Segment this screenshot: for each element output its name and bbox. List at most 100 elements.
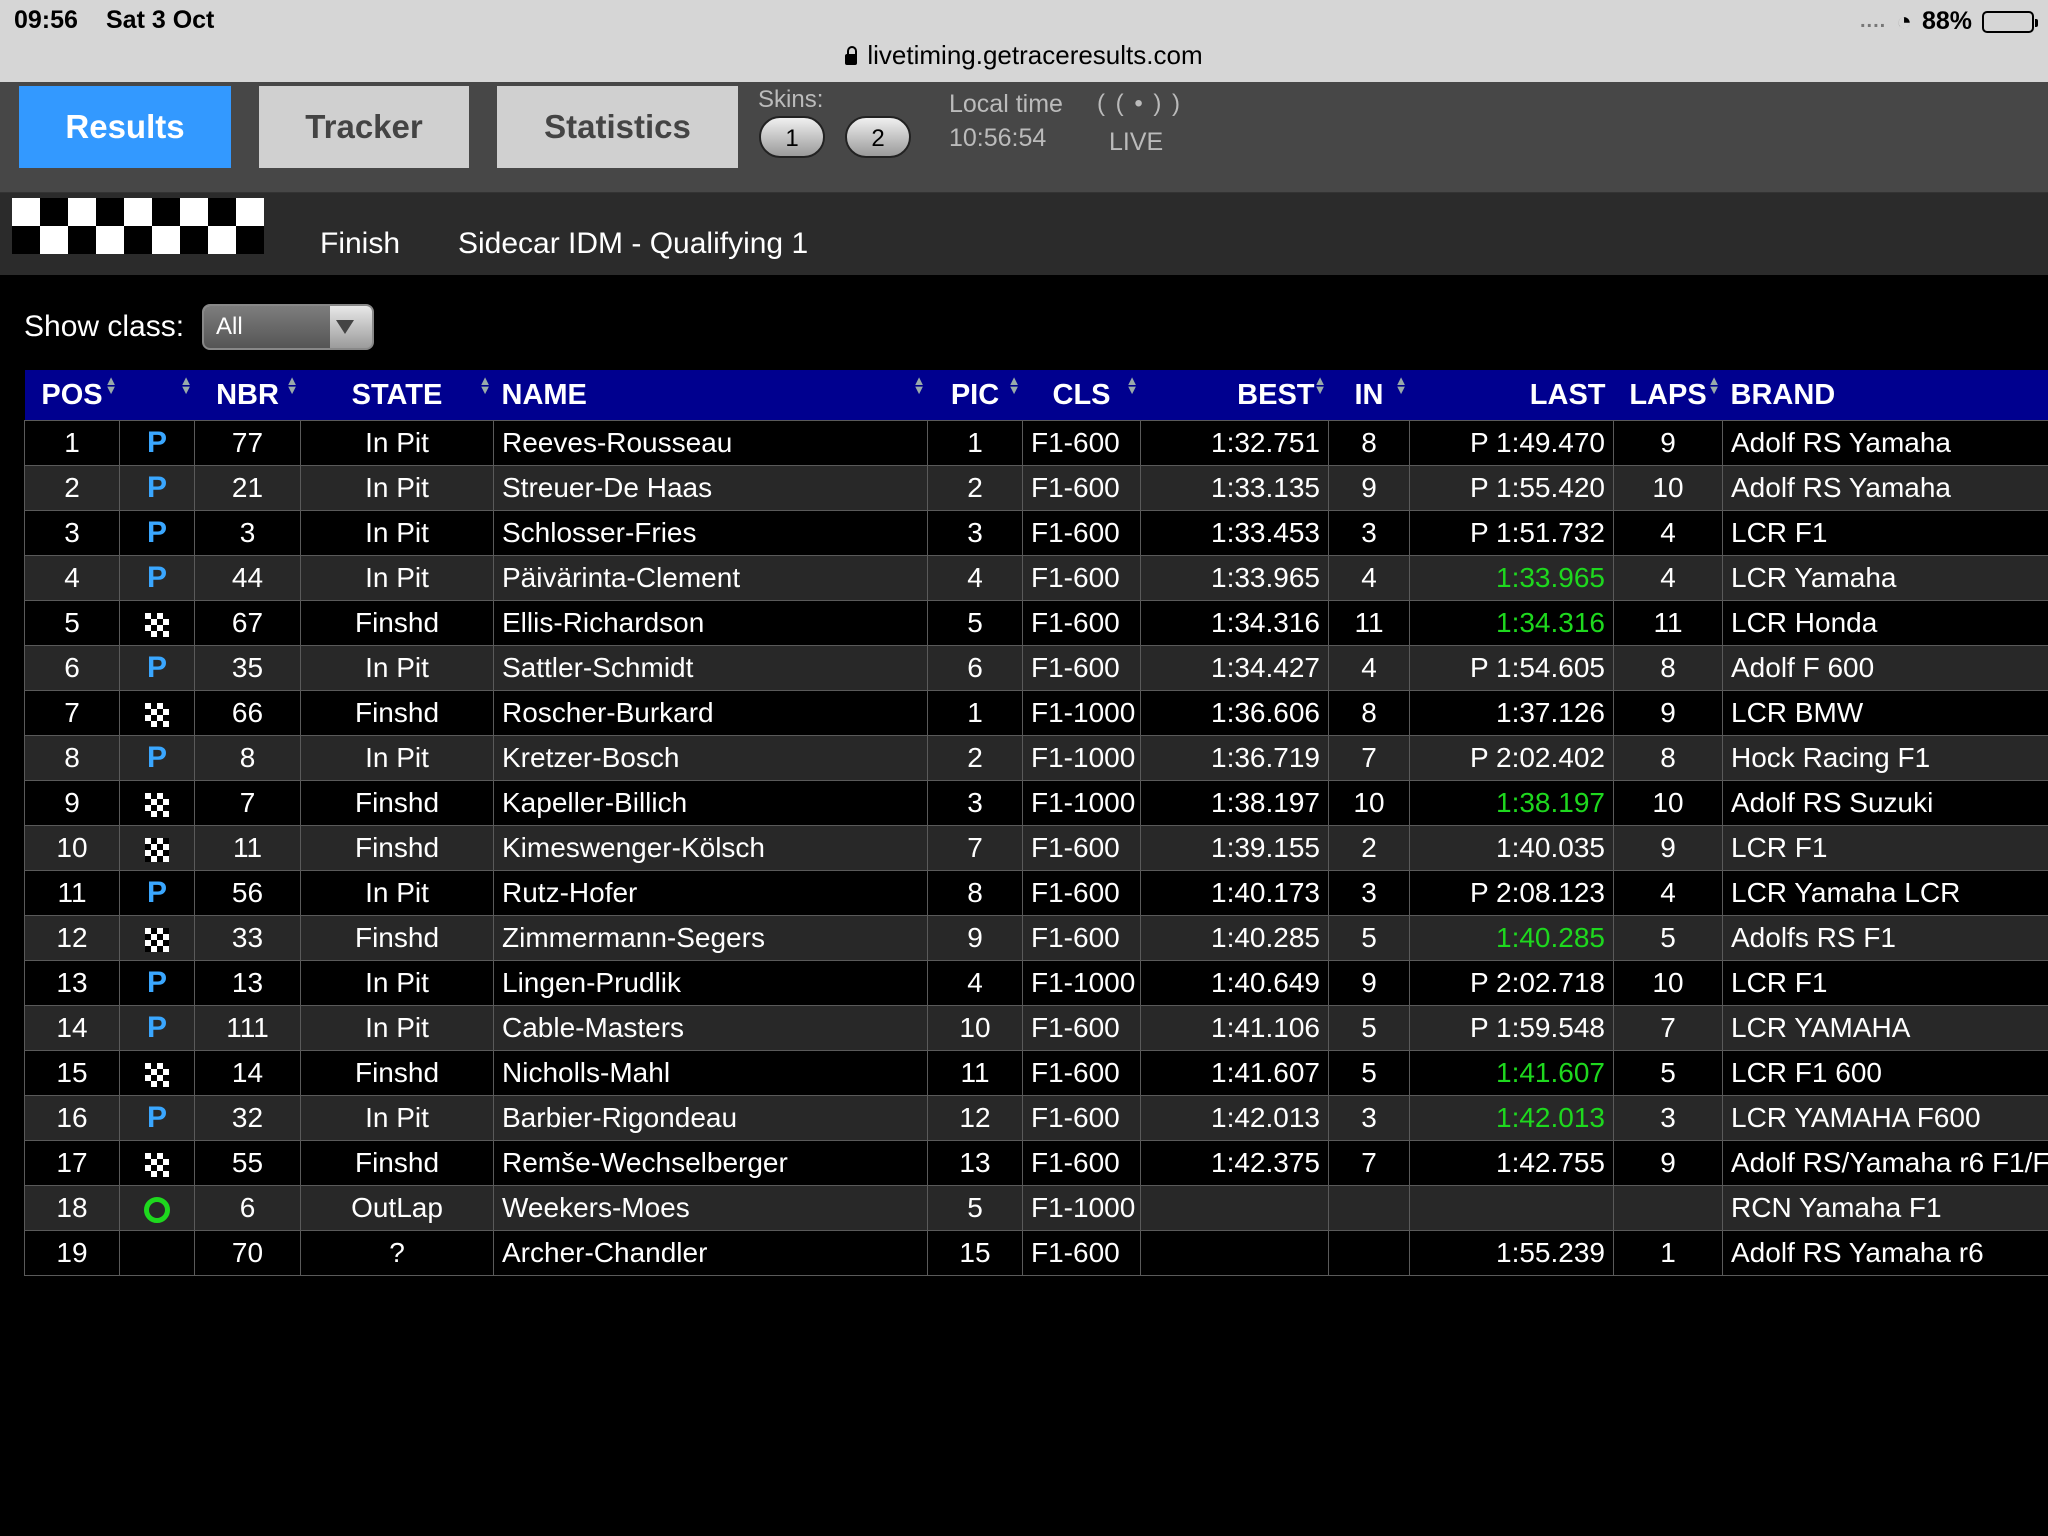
cell-state: In Pit <box>300 960 494 1006</box>
tab-tracker[interactable]: Tracker <box>259 86 469 168</box>
cell-last: 1:42.013 <box>1409 1095 1614 1141</box>
cell-name: Reeves-Rousseau <box>493 420 928 466</box>
cell-state: In Pit <box>300 420 494 466</box>
cell-cls: F1-600 <box>1022 555 1141 601</box>
cell-pos: 14 <box>24 1005 120 1051</box>
table-row[interactable]: 14 P 111 In Pit Cable-Masters 10 F1-600 1:41.10… <box>24 1005 2048 1051</box>
cell-status <box>119 915 195 961</box>
col-header-pos[interactable]: POS ▲ ▼ <box>24 370 120 421</box>
sort-icon[interactable]: ▲ ▼ <box>1008 374 1021 396</box>
table-row[interactable]: 7 66 Finshd Roscher-Burkard 1 F1-1000 1:36.606… <box>24 690 2048 736</box>
col-header-brand[interactable]: BRAND <box>1722 370 2048 421</box>
cell-cls: F1-600 <box>1022 420 1141 466</box>
col-header-in[interactable]: IN ▲ ▼ <box>1328 370 1410 421</box>
finish-flag-icon <box>145 1062 169 1087</box>
table-row[interactable]: 9 7 Finshd Kapeller-Billich 3 F1-1000 1:38.197… <box>24 780 2048 826</box>
tab-results[interactable]: Results <box>19 86 231 168</box>
cell-name: Weekers-Moes <box>493 1185 928 1231</box>
cell-brand: LCR Yamaha LCR <box>1722 870 2048 916</box>
col-header-cls[interactable]: CLS ▲ ▼ <box>1022 370 1141 421</box>
table-row[interactable]: 5 67 Finshd Ellis-Richardson 5 F1-600 1:34.316… <box>24 600 2048 646</box>
cell-status <box>119 780 195 826</box>
skin-1-button[interactable]: 1 <box>759 116 825 158</box>
cell-cls: F1-600 <box>1022 825 1141 871</box>
cell-nbr: 13 <box>194 960 301 1006</box>
cell-status: P <box>119 420 195 466</box>
table-row[interactable]: 4 P 44 In Pit Päivärinta-Clement 4 F1-600 1:33.… <box>24 555 2048 601</box>
table-row[interactable]: 17 55 Finshd Remše-Wechselberger 13 F1-600 1:4… <box>24 1140 2048 1186</box>
cell-pos: 11 <box>24 870 120 916</box>
skin-2-button[interactable]: 2 <box>845 116 911 158</box>
cell-pic: 11 <box>927 1050 1023 1096</box>
cell-pos: 8 <box>24 735 120 781</box>
table-row[interactable]: 10 11 Finshd Kimeswenger-Kölsch 7 F1-600 1:39.… <box>24 825 2048 871</box>
cell-status <box>119 1230 195 1276</box>
table-row[interactable]: 13 P 13 In Pit Lingen-Prudlik 4 F1-1000 1:40.64… <box>24 960 2048 1006</box>
cell-status: P <box>119 510 195 556</box>
table-row[interactable]: 6 P 35 In Pit Sattler-Schmidt 6 F1-600 1:34.427… <box>24 645 2048 691</box>
cell-last: P 1:59.548 <box>1409 1005 1614 1051</box>
cell-state: Finshd <box>300 600 494 646</box>
cell-last: 1:33.965 <box>1409 555 1614 601</box>
col-header-status[interactable]: ▲ ▼ <box>119 370 195 421</box>
pit-icon: P <box>146 876 167 909</box>
local-time-label: Local time <box>949 90 1063 118</box>
col-header-laps-label: LAPS <box>1629 378 1707 411</box>
cell-nbr: 55 <box>194 1140 301 1186</box>
table-row[interactable]: 16 P 32 In Pit Barbier-Rigondeau 12 F1-600 1:42… <box>24 1095 2048 1141</box>
table-row[interactable]: 15 14 Finshd Nicholls-Mahl 11 F1-600 1:41.607 5… <box>24 1050 2048 1096</box>
cell-in: 5 <box>1328 1050 1410 1096</box>
cell-nbr: 3 <box>194 510 301 556</box>
table-row[interactable]: 11 P 56 In Pit Rutz-Hofer 8 F1-600 1:40.173 3 P 2… <box>24 870 2048 916</box>
cell-brand: Adolf RS Yamaha <box>1722 420 2048 466</box>
cell-name: Nicholls-Mahl <box>493 1050 928 1096</box>
table-row[interactable]: 3 P 3 In Pit Schlosser-Fries 3 F1-600 1:33.453 3… <box>24 510 2048 556</box>
table-row[interactable]: 18 6 OutLap Weekers-Moes 5 F1-1000 RCN Yamaha … <box>24 1185 2048 1231</box>
lock-icon <box>845 46 858 65</box>
sort-icon[interactable]: ▲ ▼ <box>286 374 299 396</box>
col-header-state[interactable]: STATE ▲ ▼ <box>300 370 494 421</box>
cell-laps: 7 <box>1613 1005 1723 1051</box>
col-header-best[interactable]: BEST ▲ ▼ <box>1140 370 1329 421</box>
cell-in: 5 <box>1328 1005 1410 1051</box>
col-header-last[interactable]: LAST <box>1409 370 1614 421</box>
url-text[interactable]: livetiming.getraceresults.com <box>867 40 1202 70</box>
cell-laps: 4 <box>1613 870 1723 916</box>
col-header-name[interactable]: NAME ▲ ▼ <box>493 370 928 421</box>
address-bar[interactable]: livetiming.getraceresults.com <box>0 40 2048 71</box>
cell-nbr: 56 <box>194 870 301 916</box>
table-row[interactable]: 19 70? Archer-Chandler 15 F1-600 1:55.239 1 Ado… <box>24 1230 2048 1276</box>
dropdown-arrow-icon[interactable] <box>336 320 354 334</box>
table-row[interactable]: 2 P 21 In Pit Streuer-De Haas 2 F1-600 1:33.135… <box>24 465 2048 511</box>
cell-status: P <box>119 960 195 1006</box>
col-header-laps[interactable]: LAPS ▲ ▼ <box>1613 370 1723 421</box>
sort-icon[interactable]: ▲ ▼ <box>1395 374 1408 396</box>
sort-icon[interactable]: ▲ ▼ <box>913 374 926 396</box>
cell-laps: 10 <box>1613 465 1723 511</box>
cell-in: 7 <box>1328 735 1410 781</box>
sort-icon[interactable]: ▲ ▼ <box>180 374 193 396</box>
cell-pos: 18 <box>24 1185 120 1231</box>
sort-icon[interactable]: ▲ ▼ <box>1314 374 1327 396</box>
cell-pic: 2 <box>927 735 1023 781</box>
col-header-nbr[interactable]: NBR ▲ ▼ <box>194 370 301 421</box>
cell-brand: LCR Honda <box>1722 600 2048 646</box>
cell-in <box>1328 1185 1410 1231</box>
sort-icon[interactable]: ▲ ▼ <box>479 374 492 396</box>
table-row[interactable]: 8 P 8 In Pit Kretzer-Bosch 2 F1-1000 1:36.719 7 P… <box>24 735 2048 781</box>
table-row[interactable]: 12 33 Finshd Zimmermann-Segers 9 F1-600 1:40.2… <box>24 915 2048 961</box>
cell-laps: 9 <box>1613 1140 1723 1186</box>
class-select[interactable]: All <box>202 304 374 350</box>
sort-icon[interactable]: ▲ ▼ <box>1126 374 1139 396</box>
col-header-pic[interactable]: PIC ▲ ▼ <box>927 370 1023 421</box>
class-select-value[interactable]: All <box>204 306 330 348</box>
cell-state: In Pit <box>300 735 494 781</box>
tab-statistics[interactable]: Statistics <box>497 86 738 168</box>
table-row[interactable]: 1 P 77 In Pit Reeves-Rousseau 1 F1-600 1:32.751… <box>24 420 2048 466</box>
cell-laps: 10 <box>1613 780 1723 826</box>
cell-in: 7 <box>1328 1140 1410 1186</box>
cell-in: 9 <box>1328 465 1410 511</box>
sort-icon[interactable]: ▲ ▼ <box>105 374 118 396</box>
cell-last: P 1:54.605 <box>1409 645 1614 691</box>
sort-icon[interactable]: ▲ ▼ <box>1708 374 1721 396</box>
